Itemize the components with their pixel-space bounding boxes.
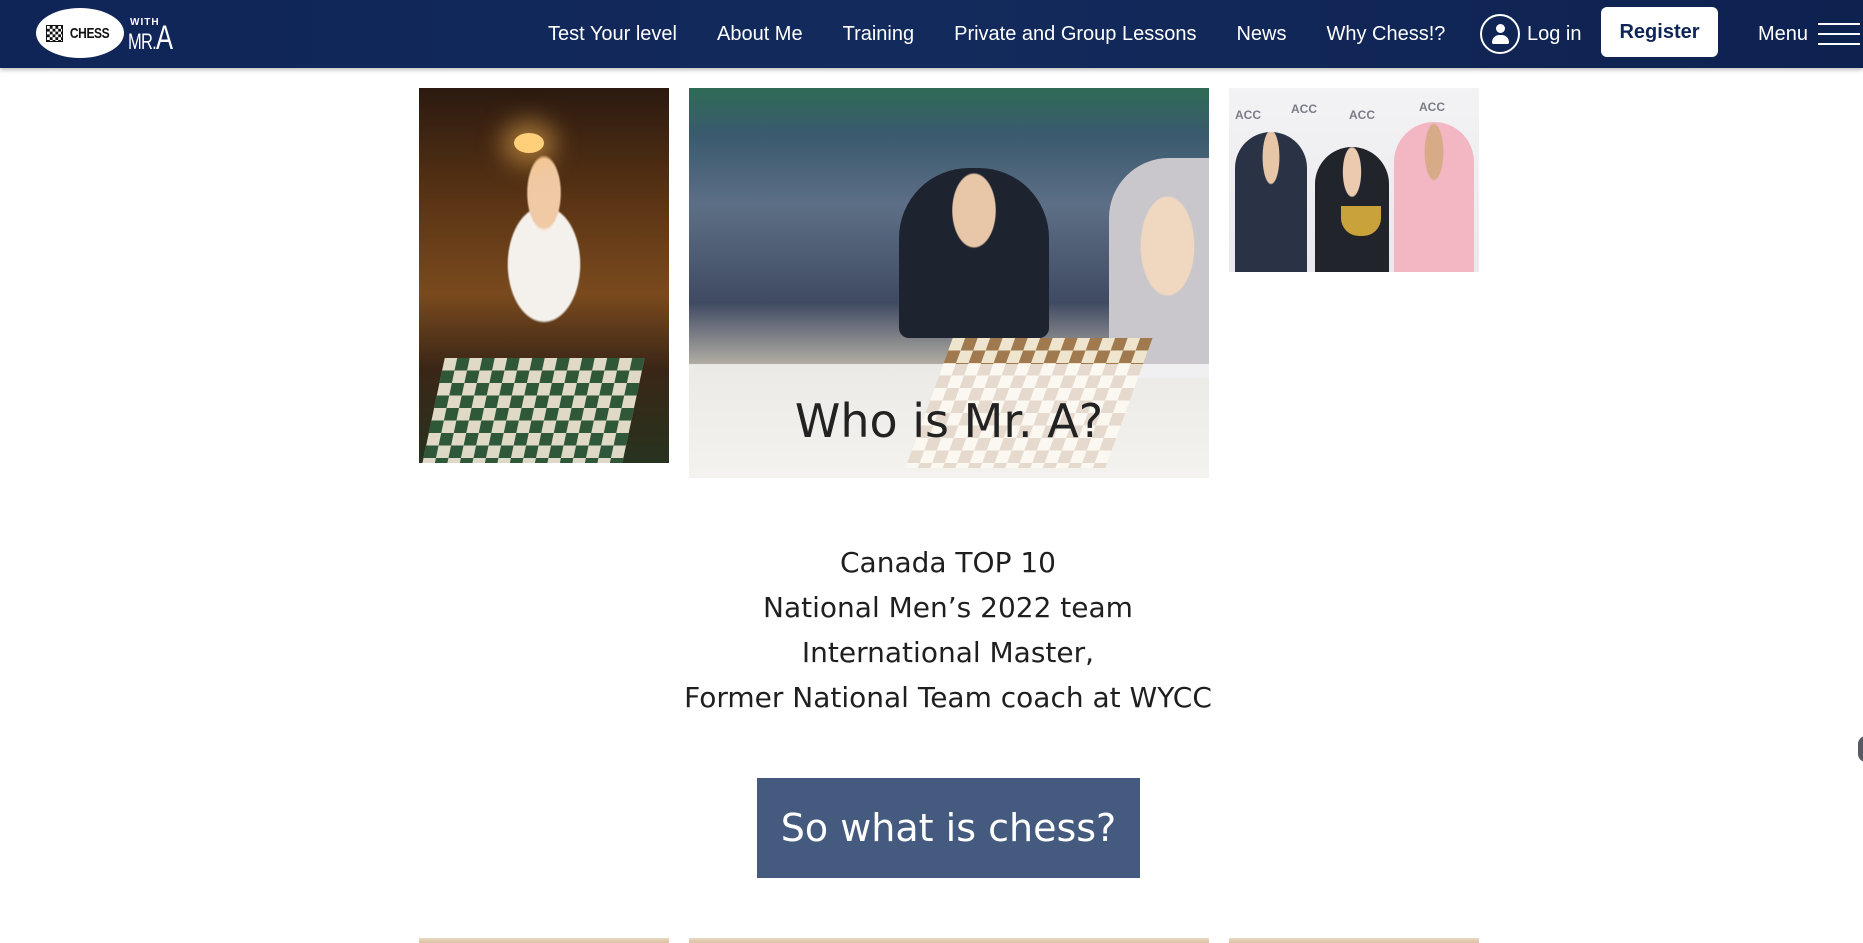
hero-title-overlay: Who is Mr. A? (689, 364, 1209, 478)
credential-line: International Master, (801, 636, 1095, 669)
photo-tournament-hall: Who is Mr. A? (689, 88, 1209, 478)
hamburger-icon (1818, 19, 1861, 49)
logo-mr-word: MR. (128, 29, 157, 54)
menu-toggle[interactable]: Menu (1758, 0, 1861, 68)
side-scroll-handle[interactable] (1858, 736, 1863, 762)
credential-line: Canada TOP 10 (839, 546, 1056, 579)
logo-chess-word: CHESS (69, 24, 110, 42)
next-photo-strip (689, 938, 1209, 943)
nav-private-group-lessons[interactable]: Private and Group Lessons (954, 23, 1196, 46)
login-label: Log in (1527, 22, 1582, 45)
main-nav: Test Your level About Me Training Privat… (548, 0, 1445, 68)
nav-why-chess[interactable]: Why Chess!? (1327, 23, 1446, 46)
site-logo[interactable]: CHESS WITH MR.A (36, 8, 192, 60)
nav-about-me[interactable]: About Me (717, 23, 803, 46)
next-photo-strip (1229, 938, 1479, 943)
login-link[interactable]: Log in (1480, 12, 1582, 56)
nav-news[interactable]: News (1236, 23, 1286, 46)
user-icon (1480, 14, 1520, 54)
logo-mra: MR.A (128, 19, 173, 57)
nav-training[interactable]: Training (843, 23, 915, 46)
credentials-block: Canada TOP 10 National Men’s 2022 team I… (600, 540, 1296, 720)
hero-title: Who is Mr. A? (794, 394, 1104, 448)
top-navbar: CHESS WITH MR.A Test Your level About Me… (0, 0, 1863, 68)
photo-player-at-board (419, 88, 669, 463)
cta-label: So what is chess? (780, 806, 1117, 850)
credential-line: Former National Team coach at WYCC (684, 681, 1212, 714)
logo-oval: CHESS (36, 8, 124, 58)
logo-a-word: A (155, 19, 173, 57)
chessboard-icon (45, 24, 63, 42)
next-photo-strip (419, 938, 669, 943)
photo-trophy-presentation: ACC ACC ACC ACC ACC ACC ACC (1229, 88, 1479, 272)
register-button[interactable]: Register (1601, 7, 1718, 57)
credential-line: National Men’s 2022 team (763, 591, 1133, 624)
menu-label: Menu (1758, 22, 1809, 45)
nav-test-your-level[interactable]: Test Your level (548, 23, 677, 46)
what-is-chess-button[interactable]: So what is chess? (757, 778, 1140, 878)
